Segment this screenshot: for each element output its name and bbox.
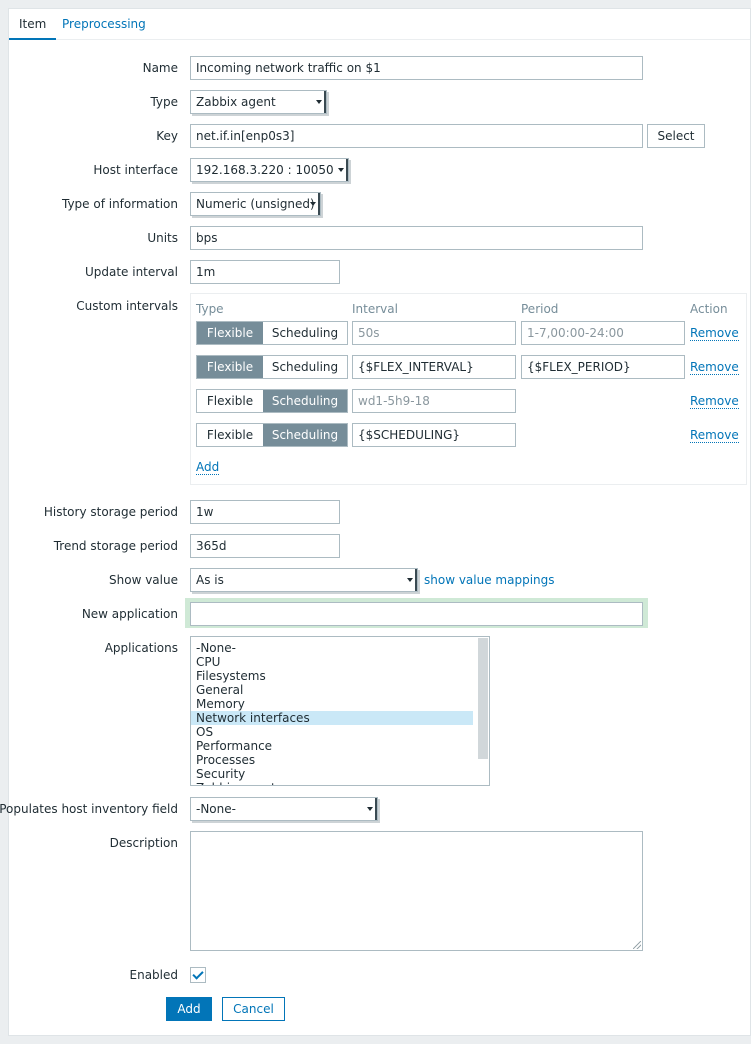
key-label: Key	[156, 129, 178, 143]
application-option[interactable]: Zabbix agent	[191, 781, 473, 785]
show-value-value: As is	[196, 573, 224, 587]
application-option[interactable]: Network interfaces	[191, 711, 473, 725]
show-value-mappings-link[interactable]: show value mappings	[424, 573, 555, 587]
key-select-button[interactable]: Select	[647, 124, 705, 148]
interval-field[interactable]: {$FLEX_INTERVAL}	[352, 355, 516, 379]
chevron-down-icon	[310, 193, 320, 215]
application-option[interactable]: -None-	[191, 641, 473, 655]
col-header-action: Action	[690, 302, 728, 316]
type-select[interactable]: Zabbix agent	[190, 90, 327, 114]
host-interface-select[interactable]: 192.168.3.220 : 10050	[190, 158, 349, 182]
type-of-information-label: Type of information	[61, 197, 178, 211]
application-option[interactable]: Filesystems	[191, 669, 473, 683]
application-option[interactable]: CPU	[191, 655, 473, 669]
scrollbar-thumb[interactable]	[478, 638, 488, 759]
tab-preprocessing[interactable]: Preprocessing	[52, 9, 156, 40]
applications-listbox[interactable]: -None- CPU Filesystems General Memory Network…	[190, 636, 490, 786]
interval-type-toggle: Flexible Scheduling	[196, 321, 348, 345]
populates-inventory-value: -None-	[196, 802, 236, 816]
interval-type-toggle: Flexible Scheduling	[196, 355, 348, 379]
col-header-type: Type	[196, 302, 224, 316]
scheduling-option[interactable]: Scheduling	[263, 424, 347, 446]
key-field[interactable]: net.if.in[enp0s3]	[190, 124, 643, 148]
description-textarea[interactable]	[190, 831, 643, 951]
cancel-button[interactable]: Cancel	[222, 997, 285, 1021]
name-label: Name	[142, 61, 178, 75]
period-field[interactable]: {$FLEX_PERIOD}	[521, 355, 685, 379]
type-of-information-select[interactable]: Numeric (unsigned)	[190, 192, 321, 216]
tab-bar: Item Preprocessing	[9, 9, 750, 40]
flexible-option[interactable]: Flexible	[197, 390, 263, 412]
interval-field[interactable]: {$SCHEDULING}	[352, 423, 516, 447]
enabled-label: Enabled	[129, 968, 179, 982]
resize-grip-icon[interactable]	[633, 941, 641, 949]
col-header-period: Period	[521, 302, 559, 316]
interval-type-toggle: Flexible Scheduling	[196, 389, 348, 413]
description-label: Description	[109, 836, 178, 850]
host-interface-label: Host interface	[93, 163, 178, 177]
interval-field[interactable]: 50s	[352, 321, 516, 345]
remove-link[interactable]: Remove	[690, 360, 739, 375]
period-field[interactable]: 1-7,00:00-24:00	[521, 321, 685, 345]
application-option[interactable]: General	[191, 683, 473, 697]
type-label: Type	[150, 95, 178, 109]
custom-intervals-label: Custom intervals	[76, 299, 178, 313]
units-field[interactable]: bps	[190, 226, 643, 250]
history-storage-label: History storage period	[43, 505, 178, 519]
trend-storage-field[interactable]: 365d	[190, 534, 340, 558]
application-option[interactable]: OS	[191, 725, 473, 739]
host-interface-value: 192.168.3.220 : 10050	[196, 163, 334, 177]
flexible-option[interactable]: Flexible	[197, 356, 263, 378]
scheduling-option[interactable]: Scheduling	[263, 356, 347, 378]
application-option[interactable]: Processes	[191, 753, 473, 767]
item-form-panel: Item Preprocessing Name Incoming network…	[0, 8, 751, 1036]
history-storage-field[interactable]: 1w	[190, 500, 340, 524]
application-option[interactable]: Security	[191, 767, 473, 781]
remove-link[interactable]: Remove	[690, 428, 739, 443]
type-of-information-value: Numeric (unsigned)	[196, 197, 315, 211]
custom-intervals-table: Type Interval Period Action Flexible Sch…	[190, 293, 747, 485]
chevron-down-icon	[316, 91, 326, 113]
enabled-checkbox[interactable]	[190, 967, 206, 983]
add-button[interactable]: Add	[166, 997, 212, 1021]
tab-item[interactable]: Item	[9, 9, 57, 40]
application-option[interactable]: Performance	[191, 739, 473, 753]
new-application-label: New application	[81, 607, 178, 621]
chevron-down-icon	[407, 569, 417, 591]
populates-inventory-select[interactable]: -None-	[190, 797, 378, 821]
units-label: Units	[147, 231, 178, 245]
show-value-label: Show value	[109, 573, 178, 587]
listbox-scrollbar[interactable]	[477, 637, 489, 785]
update-interval-field[interactable]: 1m	[190, 260, 340, 284]
trend-storage-label: Trend storage period	[53, 539, 178, 553]
interval-type-toggle: Flexible Scheduling	[196, 423, 348, 447]
remove-link[interactable]: Remove	[690, 326, 739, 341]
new-application-field[interactable]	[190, 602, 643, 626]
populates-inventory-label: Populates host inventory field	[0, 802, 178, 816]
chevron-down-icon	[367, 798, 377, 820]
scheduling-option[interactable]: Scheduling	[263, 390, 347, 412]
remove-link[interactable]: Remove	[690, 394, 739, 409]
flexible-option[interactable]: Flexible	[197, 322, 263, 344]
interval-field[interactable]: wd1-5h9-18	[352, 389, 516, 413]
chevron-down-icon	[338, 159, 348, 181]
update-interval-label: Update interval	[84, 265, 178, 279]
name-field[interactable]: Incoming network traffic on $1	[190, 56, 643, 80]
applications-label: Applications	[104, 641, 178, 655]
type-select-value: Zabbix agent	[196, 95, 276, 109]
description-value	[191, 832, 642, 838]
scheduling-option[interactable]: Scheduling	[263, 322, 347, 344]
flexible-option[interactable]: Flexible	[197, 424, 263, 446]
add-interval-link[interactable]: Add	[196, 460, 220, 475]
col-header-interval: Interval	[352, 302, 398, 316]
application-option[interactable]: Memory	[191, 697, 473, 711]
show-value-select[interactable]: As is	[190, 568, 418, 592]
